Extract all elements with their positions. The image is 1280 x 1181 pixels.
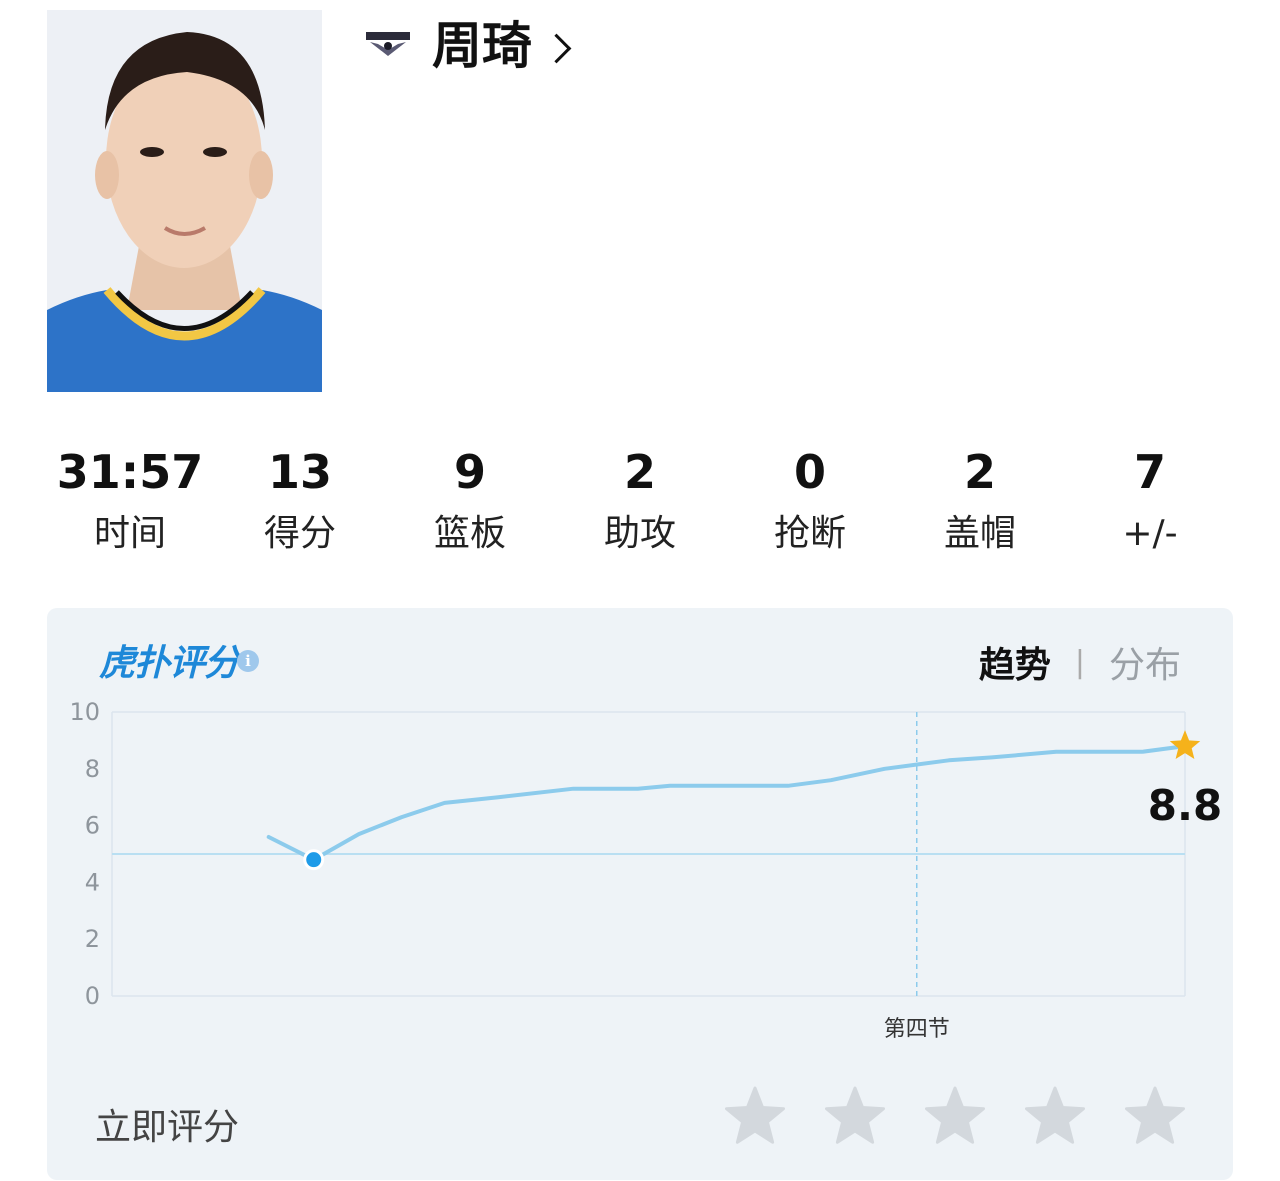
stat-value: 13 [267, 445, 332, 499]
stat-value: 2 [623, 445, 656, 499]
stat-value: 0 [793, 445, 826, 499]
stat-label: 助攻 [603, 513, 676, 554]
stat-plus-minus: 7 +/- [1065, 440, 1235, 570]
rating-stars [725, 1086, 1185, 1146]
stats-row: 31:57 时间 13 得分 9 篮板 2 助攻 0 抢断 2 盖帽 7 +/- [45, 440, 1235, 570]
rate-star-icon[interactable] [825, 1086, 885, 1146]
y-tick-label: 4 [85, 868, 100, 896]
chevron-right-icon [541, 33, 572, 63]
stat-label: 篮板 [433, 513, 506, 554]
rating-trend-chart: 0 2 4 6 8 10 第四节 8.8 [69, 698, 1222, 1042]
rate-star-shape [1125, 1086, 1185, 1144]
stat-label: 得分 [263, 513, 336, 554]
stat-rebounds: 9 篮板 [385, 440, 555, 570]
stat-value: 7 [1133, 445, 1166, 499]
rating-trend-line [266, 744, 1187, 862]
stat-steals: 0 抢断 [725, 440, 895, 570]
rating-card: 虎扑评分® i 趋势 | 分布 0246810第四节8.8 立即评分 [47, 608, 1233, 1180]
player-name: 周琦 [432, 17, 532, 75]
low-point-marker [303, 849, 325, 871]
rate-star-shape [825, 1086, 885, 1144]
quarter-marker-label: 第四节 [884, 1017, 950, 1042]
stat-value: 9 [453, 445, 486, 499]
team-logo [366, 32, 410, 56]
rate-now-label: 立即评分 [95, 1107, 240, 1148]
player-name-link[interactable]: 周琦 [432, 14, 572, 78]
stat-value: 2 [963, 445, 996, 499]
stat-label: 时间 [93, 513, 166, 554]
y-tick-label: 6 [85, 812, 100, 840]
player-photo [47, 10, 322, 392]
stat-assists: 2 助攻 [555, 440, 725, 570]
stat-blocks: 2 盖帽 [895, 440, 1065, 570]
y-tick-label: 8 [85, 755, 100, 783]
final-rating-value: 8.8 [1148, 781, 1222, 830]
stat-label: +/- [1122, 513, 1178, 554]
stat-label: 盖帽 [943, 513, 1016, 554]
stat-time: 31:57 时间 [45, 440, 215, 570]
rate-star-shape [925, 1086, 985, 1144]
stat-value: 31:57 [56, 445, 204, 499]
y-tick-label: 0 [85, 982, 100, 1010]
y-tick-label: 2 [85, 925, 100, 953]
stat-points: 13 得分 [215, 440, 385, 570]
rate-star-icon[interactable] [1025, 1086, 1085, 1146]
rate-star-icon[interactable] [925, 1086, 985, 1146]
rate-star-icon[interactable] [1125, 1086, 1185, 1146]
stat-label: 抢断 [773, 513, 846, 554]
rate-star-icon[interactable] [725, 1086, 785, 1146]
rate-star-shape [1025, 1086, 1085, 1144]
rate-star-shape [725, 1086, 785, 1144]
y-tick-label: 10 [69, 698, 100, 726]
